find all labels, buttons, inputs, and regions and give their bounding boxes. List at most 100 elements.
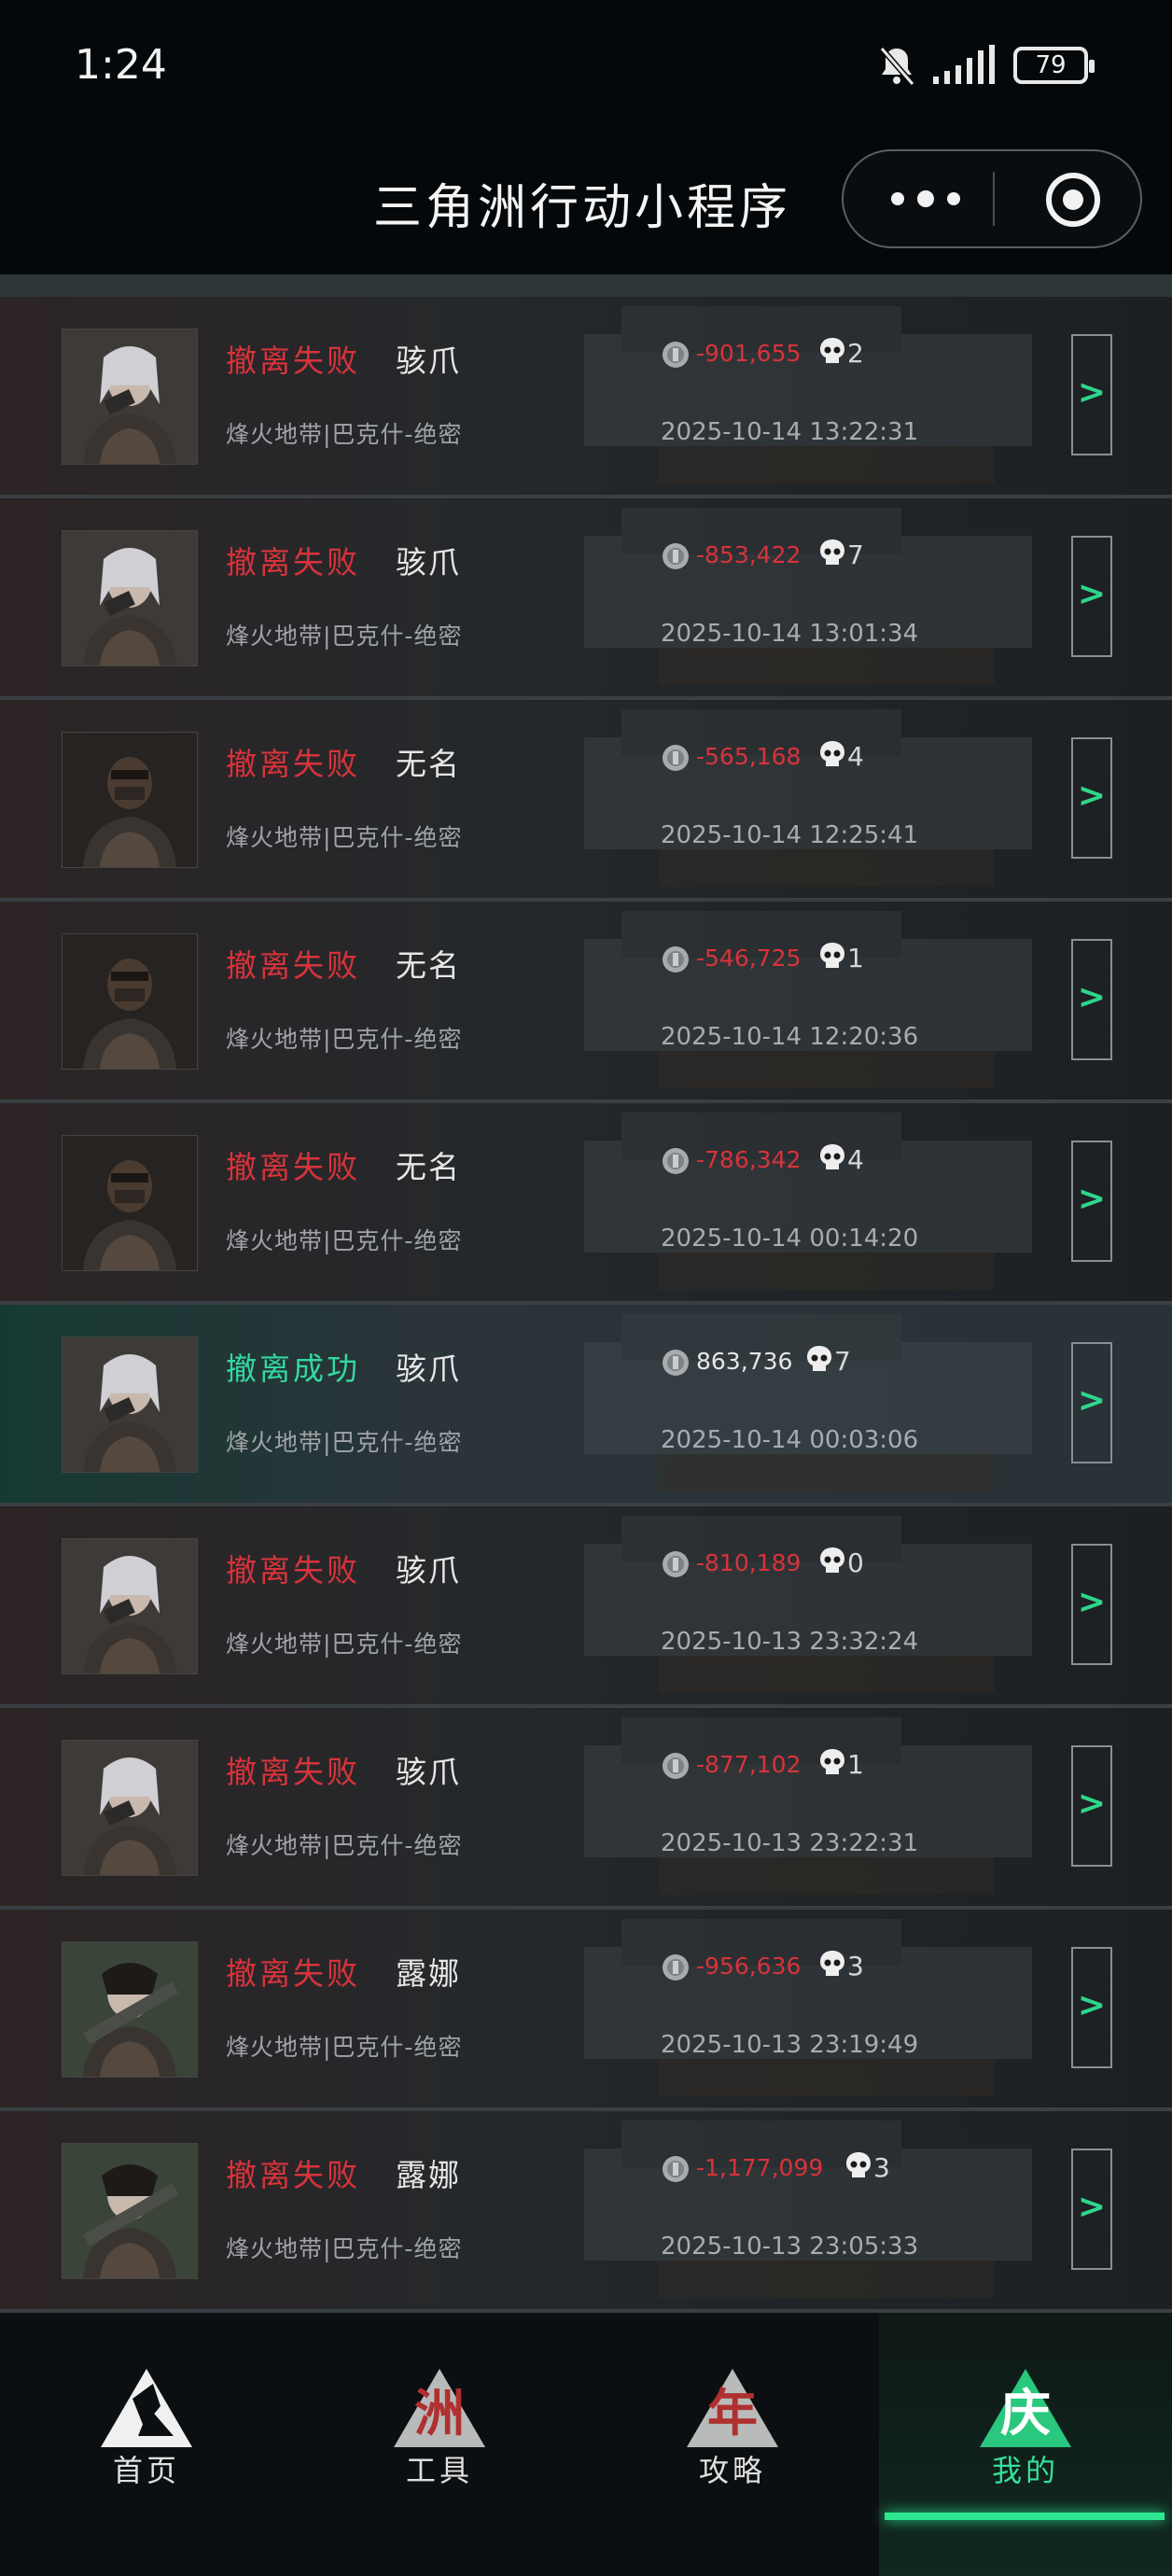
- map-name: 烽火地带|巴克什-绝密: [226, 1026, 463, 1053]
- detail-arrow-icon: >: [1077, 1583, 1107, 1621]
- record-row[interactable]: 撤离失败 无名 烽火地带|巴克什-绝密 -546,725 1 2025-10-14 12:…: [0, 902, 1172, 1103]
- skull-kills-icon: [820, 1144, 844, 1169]
- kill-count: 4: [847, 1144, 864, 1175]
- record-datetime: 2025-10-14 12:25:41: [661, 821, 919, 849]
- extraction-status: 撤离成功: [226, 1351, 360, 1387]
- detail-arrow-icon: >: [1077, 777, 1107, 815]
- skull-kills-icon: [820, 539, 844, 565]
- vehicle-background-art: [584, 1919, 1032, 2096]
- coin-icon: [663, 1148, 689, 1174]
- detail-button[interactable]: >: [1071, 1947, 1112, 2068]
- nav-item[interactable]: 洲工具: [293, 2313, 586, 2576]
- map-name: 烽火地带|巴克什-绝密: [226, 1832, 463, 1859]
- asset-value: -546,725: [696, 945, 802, 972]
- close-target-icon[interactable]: [1043, 170, 1103, 230]
- battery-level: 79: [1035, 51, 1067, 79]
- operator-avatar: [62, 732, 198, 868]
- extraction-status: 撤离失败: [226, 947, 360, 984]
- operator-avatar: [62, 933, 198, 1070]
- map-name: 烽火地带|巴克什-绝密: [226, 421, 463, 448]
- home-logo-icon: [101, 2369, 192, 2447]
- nav-label: 攻略: [698, 2453, 766, 2488]
- vehicle-background-art: [584, 709, 1032, 887]
- vehicle-background-art: [584, 1717, 1032, 1895]
- kill-count: 7: [834, 1346, 851, 1377]
- map-name: 烽火地带|巴克什-绝密: [226, 2235, 463, 2262]
- record-row[interactable]: 撤离失败 骇爪 烽火地带|巴克什-绝密 -853,422 7 2025-10-14 13:…: [0, 498, 1172, 700]
- profile-logo-icon: 庆: [980, 2369, 1071, 2447]
- more-icon[interactable]: [881, 185, 970, 213]
- detail-button[interactable]: >: [1071, 334, 1112, 455]
- record-row[interactable]: 撤离失败 露娜 烽火地带|巴克什-绝密 -1,177,099 3 2025-10-13 2…: [0, 2111, 1172, 2313]
- asset-value: -786,342: [696, 1146, 802, 1173]
- record-datetime: 2025-10-14 13:01:34: [661, 620, 919, 648]
- vehicle-background-art: [584, 2121, 1032, 2298]
- extraction-status: 撤离失败: [226, 1552, 360, 1589]
- detail-button[interactable]: >: [1071, 1141, 1112, 1262]
- detail-button[interactable]: >: [1071, 1544, 1112, 1665]
- detail-button[interactable]: >: [1071, 1745, 1112, 1867]
- miniprogram-capsule: [842, 149, 1142, 248]
- operator-name: 骇爪: [396, 1351, 461, 1387]
- kill-count: 3: [847, 1951, 864, 1981]
- extraction-status: 撤离失败: [226, 746, 360, 782]
- map-name: 烽火地带|巴克什-绝密: [226, 1227, 463, 1254]
- record-row[interactable]: 撤离失败 骇爪 烽火地带|巴克什-绝密 -901,655 2 2025-10-14 13:…: [0, 297, 1172, 498]
- kill-count: 1: [847, 943, 864, 973]
- record-row[interactable]: 撤离成功 骇爪 烽火地带|巴克什-绝密 863,736 7 2025-10-14 00:0…: [0, 1305, 1172, 1506]
- nav-item[interactable]: 首页: [0, 2313, 293, 2576]
- nav-glyph: 年: [707, 2384, 758, 2443]
- extraction-status: 撤离失败: [226, 1149, 360, 1185]
- operator-name: 无名: [396, 746, 461, 782]
- skull-kills-icon: [820, 943, 844, 968]
- record-list[interactable]: 撤离失败 骇爪 烽火地带|巴克什-绝密 -901,655 2 2025-10-14 13:…: [0, 297, 1172, 2313]
- map-name: 烽火地带|巴克什-绝密: [226, 824, 463, 851]
- nav-glyph: 庆: [1000, 2384, 1051, 2443]
- operator-name: 无名: [396, 1149, 461, 1185]
- coin-icon: [663, 543, 689, 569]
- skull-kills-icon: [820, 1749, 844, 1774]
- record-row[interactable]: 撤离失败 骇爪 烽火地带|巴克什-绝密 -877,102 1 2025-10-13 23:…: [0, 1708, 1172, 1910]
- mute-bell-icon: [879, 47, 915, 86]
- detail-button[interactable]: >: [1071, 939, 1112, 1060]
- coin-icon: [663, 1753, 689, 1779]
- bottom-nav: 首页洲工具年攻略庆我的: [0, 2313, 1172, 2576]
- detail-arrow-icon: >: [1077, 978, 1107, 1016]
- detail-arrow-icon: >: [1077, 1381, 1107, 1420]
- operator-name: 露娜: [396, 2157, 461, 2193]
- coin-icon: [663, 2156, 689, 2182]
- coin-icon: [663, 1551, 689, 1577]
- battery-icon: 79: [1013, 47, 1095, 84]
- record-datetime: 2025-10-13 23:32:24: [661, 1628, 919, 1656]
- nav-item[interactable]: 庆我的: [879, 2313, 1172, 2576]
- detail-button[interactable]: >: [1071, 1342, 1112, 1463]
- record-datetime: 2025-10-14 00:03:06: [661, 1426, 919, 1454]
- detail-button[interactable]: >: [1071, 737, 1112, 859]
- nav-item[interactable]: 年攻略: [586, 2313, 879, 2576]
- asset-value: -853,422: [696, 541, 802, 568]
- operator-name: 骇爪: [396, 544, 461, 581]
- page-title: 三角洲行动小程序: [373, 180, 792, 236]
- vehicle-background-art: [584, 911, 1032, 1088]
- record-row[interactable]: 撤离失败 骇爪 烽火地带|巴克什-绝密 -810,189 0 2025-10-13 23:…: [0, 1506, 1172, 1708]
- detail-arrow-icon: >: [1077, 1180, 1107, 1218]
- detail-button[interactable]: >: [1071, 536, 1112, 657]
- record-datetime: 2025-10-14 13:22:31: [661, 418, 919, 446]
- operator-avatar: [62, 1740, 198, 1876]
- kill-count: 1: [847, 1749, 864, 1780]
- detail-button[interactable]: >: [1071, 2149, 1112, 2270]
- detail-arrow-icon: >: [1077, 575, 1107, 613]
- capsule-divider: [993, 172, 995, 226]
- detail-arrow-icon: >: [1077, 1986, 1107, 2024]
- record-datetime: 2025-10-14 00:14:20: [661, 1225, 919, 1253]
- record-row[interactable]: 撤离失败 无名 烽火地带|巴克什-绝密 -565,168 4 2025-10-14 12:…: [0, 700, 1172, 902]
- skull-kills-icon: [820, 1951, 844, 1976]
- skull-kills-icon: [846, 2152, 871, 2177]
- vehicle-background-art: [584, 1113, 1032, 1290]
- operator-avatar: [62, 2143, 198, 2279]
- record-row[interactable]: 撤离失败 无名烽火地带|巴克什-绝密 -786,342 4 2025-10-14 00:…: [0, 1103, 1172, 1305]
- detail-arrow-icon: >: [1077, 1785, 1107, 1823]
- guide-logo-icon: 年: [687, 2369, 778, 2447]
- record-row[interactable]: 撤离失败 露娜 烽火地带|巴克什-绝密 -956,636 3 2025-10-13 23:…: [0, 1910, 1172, 2111]
- operator-name: 露娜: [396, 1955, 461, 1992]
